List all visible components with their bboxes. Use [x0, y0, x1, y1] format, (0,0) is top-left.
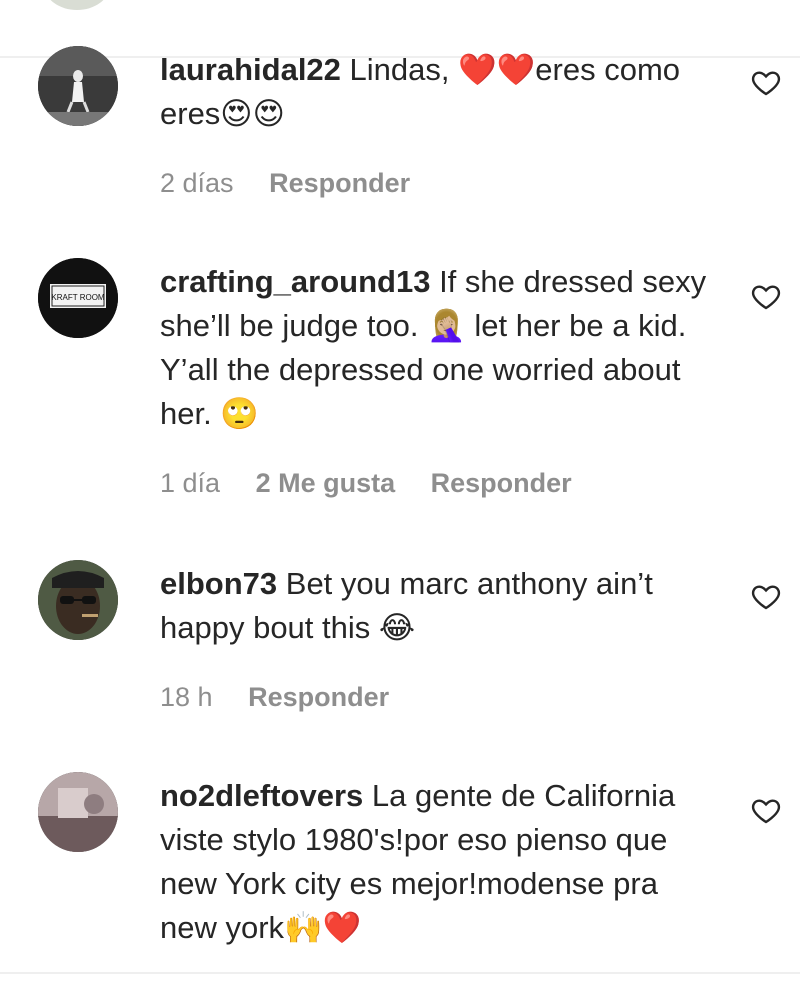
- reply-button[interactable]: Responder: [431, 468, 572, 498]
- comment-text: no2dleftovers La gente de California vis…: [160, 774, 720, 950]
- comment-timestamp[interactable]: 2 días: [160, 168, 234, 198]
- avatar[interactable]: KRAFT ROOM: [38, 258, 118, 338]
- avatar-image: KRAFT ROOM: [38, 258, 118, 338]
- comment-username[interactable]: no2dleftovers: [160, 778, 363, 813]
- avatar[interactable]: [44, 0, 110, 10]
- avatar[interactable]: [38, 560, 118, 640]
- comment-username[interactable]: elbon73: [160, 566, 277, 601]
- like-heart-icon[interactable]: [750, 280, 782, 312]
- likes-count-button[interactable]: 2 Me gusta: [256, 468, 396, 498]
- avatar-sign-text: KRAFT ROOM: [51, 293, 105, 302]
- like-heart-icon[interactable]: [750, 66, 782, 98]
- avatar-image: [38, 772, 118, 852]
- comment-text: elbon73 Bet you marc anthony ain’t happy…: [160, 562, 720, 650]
- comment-username[interactable]: crafting_around13: [160, 264, 430, 299]
- divider: [0, 972, 800, 974]
- comment-meta: 1 día 2 Me gusta Responder: [160, 468, 600, 499]
- like-heart-icon[interactable]: [750, 580, 782, 612]
- reply-button[interactable]: Responder: [269, 168, 410, 198]
- comment-meta: 18 h Responder: [160, 682, 417, 713]
- comment-timestamp[interactable]: 1 día: [160, 468, 220, 498]
- avatar-image: [38, 46, 118, 126]
- avatar[interactable]: [38, 46, 118, 126]
- comment-meta: 2 días Responder: [160, 168, 438, 199]
- comment-text: crafting_around13 If she dressed sexy sh…: [160, 260, 720, 436]
- reply-button[interactable]: Responder: [248, 682, 389, 712]
- avatar[interactable]: [38, 772, 118, 852]
- comment-username[interactable]: laurahidal22: [160, 52, 341, 87]
- avatar-image: [38, 560, 118, 640]
- comment-text: laurahidal22 Lindas, ❤️❤️eres como eres😍…: [160, 48, 720, 136]
- like-heart-icon[interactable]: [750, 794, 782, 826]
- comment-timestamp[interactable]: 18 h: [160, 682, 213, 712]
